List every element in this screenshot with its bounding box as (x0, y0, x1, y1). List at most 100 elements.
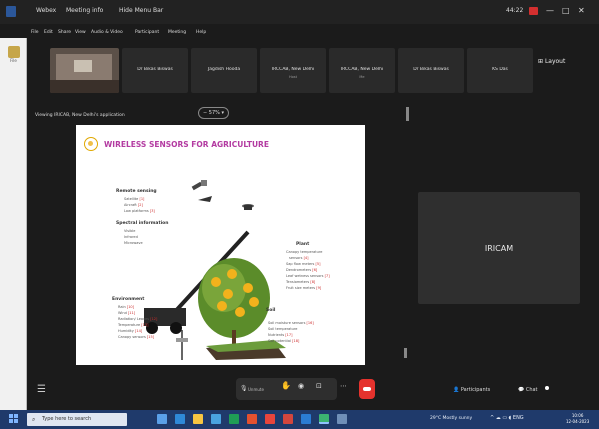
microphone-icon[interactable]: 🎙 (240, 385, 248, 392)
weather-station-icon (176, 330, 188, 360)
maximize-button[interactable]: □ (562, 6, 570, 15)
photos-icon[interactable] (337, 414, 347, 424)
airplane-icon (198, 196, 212, 202)
participant-video-tile[interactable] (50, 48, 119, 93)
layout-icon: ⊞ (538, 58, 545, 65)
sensor-item: Rain [10] (118, 305, 135, 309)
chat-button[interactable]: 💬 Chat (518, 387, 538, 393)
chat-icon: 💬 (518, 387, 526, 393)
leave-meeting-button[interactable] (359, 379, 375, 399)
participants-label: Participants (460, 387, 491, 393)
system-tray[interactable]: ^ ☁ ▭ ◖ ENG (490, 415, 524, 421)
app-name: Webex (36, 7, 57, 14)
sidebar-file-label: File (10, 58, 17, 63)
sensor-item: Soil moisture sensors [16] (268, 321, 314, 325)
layout-button[interactable]: ⊞ Layout (538, 58, 565, 65)
menu-edit[interactable]: Edit (44, 30, 53, 35)
meeting-info-button[interactable]: Meeting info (66, 7, 103, 14)
chrome-icon[interactable] (265, 414, 275, 424)
slide-title: WIRELESS SENSORS FOR AGRICULTURE (104, 140, 269, 149)
participant-role: Me (359, 75, 365, 79)
menu-help[interactable]: Help (196, 30, 206, 35)
menu-bar: File Edit Share View Audio & Video Parti… (27, 28, 599, 40)
participants-button[interactable]: 👤 Participants (453, 387, 490, 393)
webex-taskbar-icon[interactable] (319, 414, 329, 424)
participant-name: KS Das (492, 67, 508, 72)
more-options-icon[interactable]: ⋯ (340, 382, 347, 390)
shared-slide: WIRELESS SENSORS FOR AGRICULTURE Remote … (76, 125, 365, 365)
sensor-item: Canopy temperature (286, 250, 323, 254)
clock[interactable]: 10:06 12-04-2023 (566, 413, 589, 425)
title-bar: Webex Meeting info Hide Menu Bar 44:22 —… (0, 0, 599, 24)
section-heading: Plant (296, 242, 310, 247)
scrollbar[interactable] (404, 348, 407, 358)
participant-name: Dr Bikas Biswas (137, 67, 173, 72)
video-screen (74, 60, 92, 72)
sensor-item: Humidity [14] (118, 329, 143, 333)
file-explorer-icon[interactable] (193, 414, 203, 424)
zoom-dropdown[interactable]: − 57% ▾ (198, 107, 230, 119)
sensor-item: Soil potential [18] (268, 339, 300, 343)
menu-participant[interactable]: Participant (135, 30, 159, 35)
hide-menu-bar-button[interactable]: Hide Menu Bar (119, 7, 163, 14)
menu-view[interactable]: View (75, 30, 86, 35)
windows-taskbar: ⌕ Type here to search 29°C Mostly sunny … (0, 410, 599, 429)
camera-icon[interactable]: ◉ (298, 382, 304, 390)
scrollbar[interactable] (406, 107, 409, 121)
participant-tile[interactable]: KS Das (467, 48, 533, 93)
menu-meeting[interactable]: Meeting (168, 30, 186, 35)
recording-icon (529, 7, 538, 15)
participant-tile[interactable]: IRCCAB, New Delhi Me (329, 48, 395, 93)
powerpoint-icon[interactable] (247, 414, 257, 424)
sidebar-file-button[interactable]: File (4, 44, 23, 63)
close-button[interactable]: ✕ (578, 6, 585, 15)
chat-notification-badge (545, 386, 549, 390)
tree-icon (198, 258, 270, 354)
more-menu-icon[interactable]: ☰ (37, 384, 46, 395)
participant-tile[interactable]: Dr Bikas Biswas (122, 48, 188, 93)
participant-role: Host (289, 75, 297, 79)
language-indicator: ENG (512, 415, 524, 421)
acrobat-icon[interactable] (283, 414, 293, 424)
word-icon[interactable] (301, 414, 311, 424)
sensor-item: Tensiometers [8] (286, 280, 316, 284)
share-icon[interactable]: ⊡ (316, 382, 322, 390)
sensor-item: Fruit size meters [9] (286, 286, 322, 290)
unmute-button[interactable]: Unmute (248, 387, 264, 392)
menu-audio-video[interactable]: Audio & Video (91, 30, 123, 35)
institute-logo-icon (84, 137, 98, 151)
sensor-item: Wind [11] (118, 311, 136, 315)
menu-share[interactable]: Share (58, 30, 71, 35)
minimize-button[interactable]: — (546, 6, 554, 15)
chevron-down-icon: ▾ (221, 110, 225, 116)
participant-name: IRCCAB, New Delhi (340, 67, 384, 72)
excel-icon[interactable] (229, 414, 239, 424)
windows-start-icon[interactable] (9, 414, 19, 424)
sensor-item: Dendrometers [6] (286, 268, 318, 272)
sensor-item: Sap flow meters [5] (286, 262, 321, 266)
sensor-item: Visible (124, 229, 136, 233)
search-placeholder: Type here to search (42, 416, 92, 422)
sensor-item: sensors [4] (289, 256, 309, 260)
left-sidebar: File (0, 38, 27, 410)
edge-icon[interactable] (175, 414, 185, 424)
participant-tile[interactable]: Jagdish Hooda (191, 48, 257, 93)
sensor-item: Radiation/ Leaves [12] (118, 317, 158, 321)
weather-widget[interactable]: 29°C Mostly sunny (430, 416, 472, 421)
participant-tile[interactable]: IRCCAB, New Delhi Host (260, 48, 326, 93)
video-desk (50, 80, 119, 93)
task-view-icon[interactable] (157, 414, 167, 424)
active-speaker-tile[interactable]: IRICAM (418, 192, 580, 304)
meeting-timer: 44:22 (506, 7, 524, 14)
people-icon: 👤 (453, 387, 461, 393)
sensor-item: Soil temperature (268, 327, 298, 331)
search-icon: ⌕ (32, 416, 36, 423)
section-heading: Environment (112, 297, 145, 302)
raise-hand-icon[interactable]: ✋ (281, 381, 291, 390)
folder-icon (7, 46, 20, 58)
zoom-level: 57% (208, 110, 220, 116)
participant-tile[interactable]: Dr Bikas Biswas (398, 48, 464, 93)
store-icon[interactable] (211, 414, 221, 424)
menu-file[interactable]: File (31, 30, 39, 35)
taskbar-search-input[interactable]: ⌕ Type here to search (27, 413, 127, 426)
